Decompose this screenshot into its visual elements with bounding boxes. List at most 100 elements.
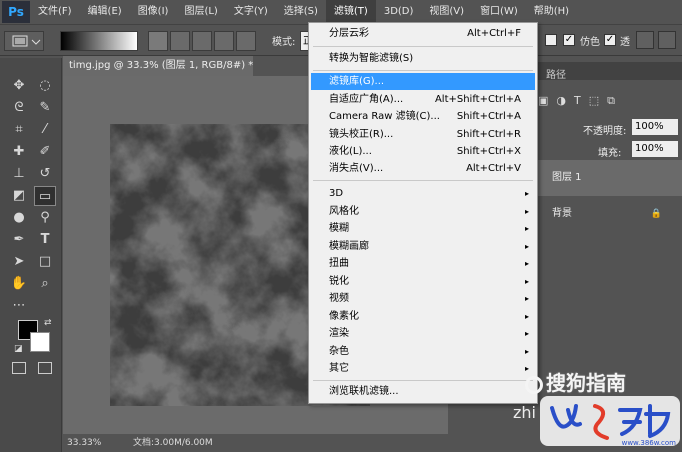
default-colors-icon[interactable]: ◪ — [14, 344, 23, 354]
layer-row-background[interactable]: 背景 🔒 — [538, 196, 682, 232]
filter-item-blur-gallery[interactable]: 模糊画廊 ▸ — [311, 238, 535, 255]
menu-image[interactable]: 图像(I) — [130, 0, 177, 24]
history-brush-tool-icon[interactable]: ↺ — [34, 164, 56, 184]
smart-object-filter-icon[interactable]: ⧉ — [607, 94, 615, 112]
layer-name: 图层 1 — [552, 172, 582, 183]
opacity-input[interactable]: 100% — [632, 119, 678, 135]
filter-item-convert-smart[interactable]: 转换为智能滤镜(S) — [311, 50, 535, 67]
brush-tool-icon[interactable]: ✐ — [34, 142, 56, 162]
filter-item-filter-gallery[interactable]: 滤镜库(G)... — [311, 73, 535, 90]
menu-view[interactable]: 视图(V) — [421, 0, 472, 24]
filter-item-sharpen[interactable]: 锐化 ▸ — [311, 273, 535, 290]
menu-separator — [313, 380, 533, 381]
gradient-picker[interactable] — [60, 31, 138, 51]
clone-stamp-tool-icon[interactable]: ⊥ — [8, 164, 30, 184]
angle-gradient-button[interactable] — [192, 31, 212, 51]
transparency-checkbox[interactable]: ✓ — [604, 34, 616, 46]
screen-mode-icon[interactable] — [38, 362, 52, 374]
panel-tab-strip — [518, 62, 682, 80]
document-info: 文档:3.00M/6.00M — [133, 438, 213, 448]
submenu-arrow-icon: ▸ — [524, 312, 529, 321]
menu-help[interactable]: 帮助(H) — [526, 0, 577, 24]
filter-item-render[interactable]: 渲染 ▸ — [311, 325, 535, 342]
gradient-tool-icon[interactable]: ▭ — [34, 186, 56, 206]
swap-colors-icon[interactable]: ⇄ — [44, 318, 52, 328]
submenu-arrow-icon: ▸ — [524, 329, 529, 338]
filter-item-browse-online[interactable]: 浏览联机滤镜... — [311, 383, 535, 400]
hand-tool-icon[interactable]: ✋ — [8, 274, 30, 294]
shape-filter-icon[interactable]: ⬚ — [589, 94, 599, 112]
menu-edit[interactable]: 编辑(E) — [80, 0, 130, 24]
filter-menu: 分层云彩 Alt+Ctrl+F 转换为智能滤镜(S) 滤镜库(G)... 自适应广… — [308, 22, 538, 404]
filter-item-liquify[interactable]: 液化(L)... Shift+Ctrl+X — [311, 143, 535, 160]
fill-input[interactable]: 100% — [632, 141, 678, 157]
healing-brush-tool-icon[interactable]: ✚ — [8, 142, 30, 162]
submenu-arrow-icon: ▸ — [524, 207, 529, 216]
marquee-tool-icon[interactable]: ◌ — [34, 76, 56, 96]
menu-separator — [313, 70, 533, 71]
move-tool-icon[interactable]: ✥ — [8, 76, 30, 96]
quick-select-tool-icon[interactable]: ✎ — [34, 98, 56, 118]
filter-item-distort[interactable]: 扭曲 ▸ — [311, 255, 535, 272]
linear-gradient-button[interactable] — [148, 31, 168, 51]
path-selection-tool-icon[interactable]: ➤ — [8, 252, 30, 272]
eraser-tool-icon[interactable]: ◩ — [8, 186, 30, 206]
filter-item-lens-correction[interactable]: 镜头校正(R)... Shift+Ctrl+R — [311, 126, 535, 143]
filter-item-blur[interactable]: 模糊 ▸ — [311, 220, 535, 237]
dither-label: 仿色 — [580, 37, 600, 48]
workspace-menu-button[interactable] — [658, 31, 676, 49]
document-tab[interactable]: timg.jpg @ 33.3% (图层 1, RGB/8#) * — [63, 56, 253, 76]
gradient-tool-icon — [12, 35, 41, 47]
more-tools-icon[interactable]: ⋯ — [8, 296, 30, 316]
menu-select[interactable]: 选择(S) — [276, 0, 326, 24]
layer-row-layer1[interactable]: 图层 1 — [538, 160, 682, 196]
zoom-level[interactable]: 33.33% — [67, 434, 101, 452]
rectangle-tool-icon[interactable]: □ — [34, 252, 56, 272]
filter-item-noise[interactable]: 杂色 ▸ — [311, 343, 535, 360]
submenu-arrow-icon: ▸ — [524, 242, 529, 251]
filter-item-other[interactable]: 其它 ▸ — [311, 360, 535, 377]
diamond-gradient-button[interactable] — [236, 31, 256, 51]
blur-tool-icon[interactable]: ● — [8, 208, 30, 228]
radial-gradient-button[interactable] — [170, 31, 190, 51]
site-url: www.386w.com — [621, 439, 676, 447]
background-color-swatch[interactable] — [30, 332, 50, 352]
submenu-arrow-icon: ▸ — [524, 259, 529, 268]
workspace-button[interactable] — [636, 31, 654, 49]
tool-preset-picker[interactable] — [4, 31, 44, 51]
quick-mask-icon[interactable] — [12, 362, 26, 374]
adjustment-filter-icon[interactable]: ◑ — [556, 94, 566, 112]
filter-item-difference-clouds[interactable]: 分层云彩 Alt+Ctrl+F — [311, 25, 535, 42]
type-filter-icon[interactable]: T — [574, 94, 581, 112]
lock-icon: 🔒 — [650, 209, 662, 219]
tools-panel: ✥ ◌ ᘓ ✎ ⌗ ⁄ ✚ ✐ ⊥ ↺ ◩ ▭ ● ⚲ ✒ T ➤ □ ✋ ⌕ … — [0, 58, 62, 452]
reverse-checkbox[interactable] — [545, 34, 557, 46]
filter-item-camera-raw[interactable]: Camera Raw 滤镜(C)... Shift+Ctrl+A — [311, 108, 535, 125]
sogou-logo-icon — [525, 375, 543, 394]
filter-item-3d[interactable]: 3D ▸ — [311, 185, 535, 202]
lasso-tool-icon[interactable]: ᘓ — [8, 98, 30, 118]
menu-layer[interactable]: 图层(L) — [176, 0, 225, 24]
filter-item-vanishing-point[interactable]: 消失点(V)... Alt+Ctrl+V — [311, 160, 535, 177]
crop-tool-icon[interactable]: ⌗ — [8, 120, 30, 140]
filter-item-pixelate[interactable]: 像素化 ▸ — [311, 308, 535, 325]
menu-3d[interactable]: 3D(D) — [376, 0, 422, 24]
menu-window[interactable]: 窗口(W) — [472, 0, 526, 24]
eyedropper-tool-icon[interactable]: ⁄ — [34, 120, 56, 140]
pen-tool-icon[interactable]: ✒ — [8, 230, 30, 250]
reflected-gradient-button[interactable] — [214, 31, 234, 51]
filter-item-adaptive-wide-angle[interactable]: 自适应广角(A)... Alt+Shift+Ctrl+A — [311, 91, 535, 108]
dodge-tool-icon[interactable]: ⚲ — [34, 208, 56, 228]
menu-filter[interactable]: 滤镜(T) — [325, 0, 376, 24]
filter-item-stylize[interactable]: 风格化 ▸ — [311, 203, 535, 220]
type-tool-icon[interactable]: T — [34, 230, 56, 250]
submenu-arrow-icon: ▸ — [524, 189, 529, 198]
submenu-arrow-icon: ▸ — [524, 347, 529, 356]
menu-file[interactable]: 文件(F) — [30, 0, 80, 24]
menu-type[interactable]: 文字(Y) — [226, 0, 276, 24]
dither-checkbox[interactable]: ✓ — [563, 34, 575, 46]
paths-tab[interactable]: 路径 — [546, 66, 566, 81]
filter-item-video[interactable]: 视频 ▸ — [311, 290, 535, 307]
zoom-tool-icon[interactable]: ⌕ — [34, 274, 56, 294]
pixel-filter-icon[interactable]: ▣ — [538, 94, 548, 112]
